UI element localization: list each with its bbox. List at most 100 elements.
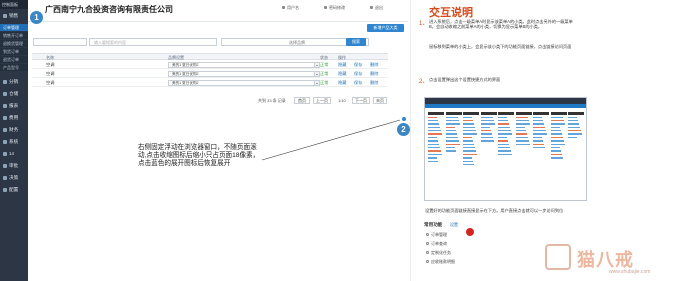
step-badge-2: 2 [397,123,410,136]
screenshot-link-line [515,140,529,142]
favorite-label: 订单管理 [431,232,447,237]
favorite-item[interactable]: 应收账款明细 [426,259,455,265]
screenshot-column [428,112,444,164]
screenshot-link-line [428,126,440,129]
screenshot-column-header [498,112,514,115]
screenshot-link-line [445,116,458,118]
screenshot-link-line [550,150,561,152]
screenshot-link-line [445,119,459,122]
screenshot-link-line [533,136,542,139]
screenshot-link-line [428,140,438,142]
favorite-item[interactable]: 订单查询 [426,241,447,247]
screenshot-link-line [463,136,472,139]
screenshot-link-line [463,140,473,142]
collapse-toggle-icon[interactable] [401,116,407,122]
screenshot-link-line [550,126,560,129]
screenshot-link-line [515,130,526,132]
screenshot-column [515,112,532,147]
screenshot-column-header [533,112,549,115]
screenshot-link-line [568,116,577,118]
screenshot-link-line [533,143,544,146]
screenshot-link-line [428,130,441,132]
screenshot-link-line [533,133,547,135]
screenshot-column [533,112,549,150]
screenshot-link-line [568,136,577,139]
screenshot-link-line [428,136,437,139]
settings-screenshot [424,97,587,201]
screenshot-link-line [568,130,581,132]
screenshot-link-line [533,126,545,129]
screenshot-link-line [463,130,476,132]
screenshot-link-line [445,140,459,142]
screenshot-link-line [428,143,439,146]
favorite-item[interactable]: 定制化任务 [426,250,451,256]
screenshot-link-line [428,116,437,118]
annotation-title: 交互说明 [429,7,473,19]
screenshot-link-line [445,126,455,129]
favorites-settings-link[interactable]: 设置 [450,222,458,228]
screenshot-link-line [533,140,543,142]
screenshot-link-line [480,126,490,129]
screenshot-column [463,112,479,167]
favorite-item[interactable]: 订单管理 [426,232,447,238]
screenshot-link-line [428,147,440,149]
circle-icon [426,233,429,237]
screenshot-link-line [428,153,442,156]
screenshot-link-line [550,130,561,132]
screenshot-column [445,112,462,154]
screenshot-link-line [463,116,472,118]
screenshot-link-line [428,150,441,152]
screenshot-link-line [445,136,458,139]
step2-description: 点击设置弹出这个设置快捷方式的界面 [429,77,501,82]
screenshot-link-line [498,143,509,146]
screenshot-link-line [463,147,475,149]
screenshot-link-line [428,123,439,125]
screenshot-column-header [480,112,497,115]
screenshot-column [550,112,567,161]
screenshot-column-header [515,112,532,115]
screenshot-link-line [480,123,495,125]
screenshot-link-line [445,123,460,125]
screenshot-link-line [533,130,546,132]
cursor-marker-icon [466,228,474,236]
screenshot-link-line [463,126,475,129]
screenshot-link-line [533,116,542,118]
screenshot-link-line [515,119,529,122]
screenshot-link-line [550,116,563,118]
screenshot-link-line [533,119,543,122]
step-number-2: 2、 [419,79,429,85]
watermark-seal-icon [545,244,571,270]
screenshot-link-line [550,136,563,139]
screenshot-link-line [550,157,563,159]
screenshot-column [498,112,514,157]
screenshot-link-line [445,133,457,135]
screenshot-link-line [498,150,511,152]
screenshot-link-line [515,133,527,135]
screenshot-link-line [550,143,565,146]
screenshot-link-line [568,133,582,135]
screenshot-link-line [550,133,562,135]
screenshot-link-line [480,119,494,122]
screenshot-link-line [445,150,456,152]
watermark-url: www.shubajie.com [609,269,651,275]
screenshot-column [568,112,584,140]
favorite-label: 应收账款明细 [431,259,455,264]
screenshot-link-line [498,133,512,135]
screenshot-link-line [480,133,492,135]
screenshot-link-line [463,160,473,162]
screenshot-link-line [463,133,477,135]
screenshot-link-line [550,119,564,122]
screenshot-link-line [515,143,530,146]
screenshot-link-line [568,126,580,129]
screenshot-link-line [498,147,510,149]
screenshot-link-line [463,163,474,166]
step1-description-2: 鼠标移到菜单的小类上，会显示该小类下的功能页面链接，点击链接访问页面 [429,44,572,49]
step-number-1: 1、 [419,21,429,27]
screenshot-link-line [445,147,455,149]
screenshot-link-line [445,130,456,132]
screenshot-link-line [498,123,509,125]
screenshot-column-header [445,112,462,115]
screenshot-link-line [498,136,507,139]
screenshot-columns [428,112,585,196]
screenshot-link-line [445,143,460,146]
